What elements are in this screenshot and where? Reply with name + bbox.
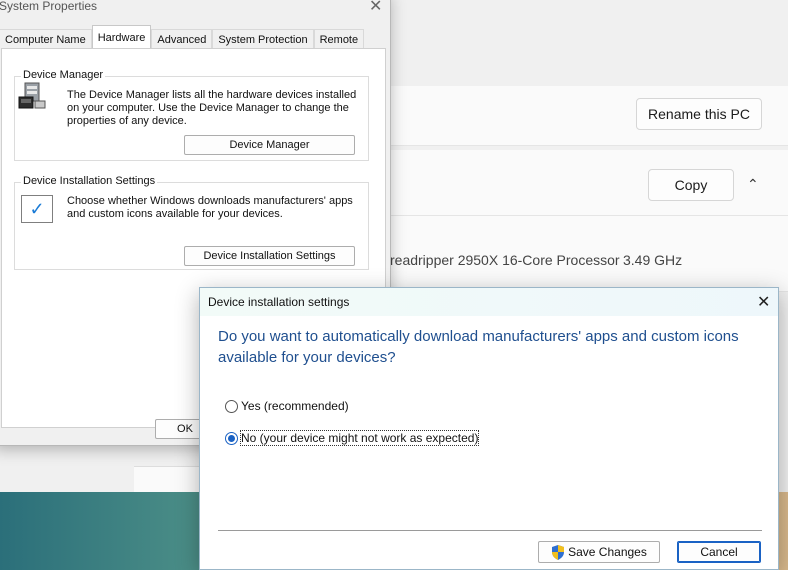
close-icon[interactable]: ✕: [757, 292, 770, 312]
tab-system-protection[interactable]: System Protection: [212, 29, 314, 49]
device-installation-settings-button[interactable]: Device Installation Settings: [184, 246, 355, 266]
device-manager-icon: [18, 82, 46, 109]
option-no-label[interactable]: No (your device might not work as expect…: [239, 430, 480, 446]
device-installation-group-title: Device Installation Settings: [21, 175, 158, 187]
tab-advanced[interactable]: Advanced: [151, 29, 213, 49]
chevron-up-icon[interactable]: ⌃: [747, 176, 759, 193]
option-yes-label[interactable]: Yes (recommended): [241, 399, 349, 413]
device-manager-group-title: Device Manager: [21, 69, 106, 81]
radio-yes[interactable]: [225, 399, 238, 413]
save-changes-label: Save Changes: [568, 545, 647, 559]
background-panel: [134, 466, 202, 492]
dialog-title: Device installation settings: [208, 295, 350, 309]
dialog-question: Do you want to automatically download ma…: [218, 328, 739, 366]
device-installation-settings-dialog: Device installation settings ✕ Do you wa…: [199, 287, 779, 570]
option-yes[interactable]: Yes (recommended): [225, 399, 349, 413]
close-icon[interactable]: ✕: [369, 0, 382, 16]
device-manager-line-3: properties of any device.: [67, 115, 187, 127]
device-manager-line-1: The Device Manager lists all the hardwar…: [67, 89, 357, 101]
device-installation-line-2: and custom icons available for your devi…: [67, 208, 283, 220]
system-properties-title: System Properties: [0, 0, 98, 13]
rename-pc-button[interactable]: Rename this PC: [636, 98, 762, 130]
device-installation-line-1: Choose whether Windows downloads manufac…: [67, 195, 353, 207]
tab-remote[interactable]: Remote: [313, 29, 365, 49]
tab-strip: Computer Name Hardware Advanced System P…: [0, 25, 365, 49]
cancel-button[interactable]: Cancel: [677, 541, 761, 563]
save-changes-button[interactable]: Save Changes: [538, 541, 660, 563]
copy-button[interactable]: Copy: [648, 169, 734, 201]
shield-icon: [552, 544, 565, 560]
processor-text: readripper 2950X 16-Core Processor: [390, 252, 620, 268]
tab-computer-name[interactable]: Computer Name: [0, 29, 92, 49]
option-no[interactable]: No (your device might not work as expect…: [225, 430, 480, 446]
device-manager-button[interactable]: Device Manager: [184, 135, 355, 155]
device-manager-line-2: on your computer. Use the Device Manager…: [67, 102, 349, 114]
checkmark-icon: ✓: [21, 195, 53, 223]
radio-no[interactable]: [225, 431, 238, 445]
dialog-divider: [218, 530, 762, 531]
tab-hardware[interactable]: Hardware: [91, 25, 152, 49]
processor-speed: 3.49 GHz: [623, 252, 683, 268]
